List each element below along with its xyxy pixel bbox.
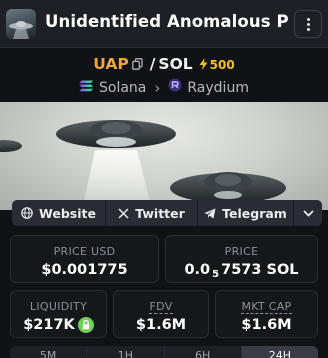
price-native-value: 0.0 5 7573 SOL xyxy=(184,262,299,280)
fdv-value: $1.6M xyxy=(135,317,187,333)
quote-symbol: SOL xyxy=(158,55,193,73)
globe-icon xyxy=(21,207,33,219)
token-header: Unidentified Anomalous Phen... xyxy=(0,0,328,48)
pair-separator: / xyxy=(149,55,156,73)
token-banner-image xyxy=(0,102,328,210)
token-name: Unidentified Anomalous Phen... xyxy=(45,12,290,31)
price-zero-count: 5 xyxy=(212,269,220,280)
telegram-button[interactable]: Telegram xyxy=(198,200,294,226)
price-native-label: PRICE xyxy=(224,245,259,258)
chain-breadcrumb: Solana › Raydium xyxy=(0,78,328,98)
liquidity-label: LIQUIDITY xyxy=(29,300,88,313)
pair-title: UAP / SOL 500 xyxy=(0,54,328,74)
fdv-label[interactable]: FDV xyxy=(114,300,208,314)
lightning-icon xyxy=(199,58,208,70)
telegram-icon xyxy=(204,208,216,218)
price-usd-card: PRICE USD $0.001775 xyxy=(10,235,159,283)
liquidity-card: LIQUIDITY $217K xyxy=(10,290,107,338)
liquidity-value: $217K xyxy=(23,317,75,333)
lock-icon[interactable] xyxy=(77,317,94,333)
price-native-card: PRICE 0.0 5 7573 SOL xyxy=(165,235,318,283)
market-cap-label[interactable]: MKT CAP xyxy=(216,300,317,314)
boost-badge[interactable]: 500 xyxy=(199,58,235,72)
fdv-card: FDV $1.6M xyxy=(113,290,209,338)
market-cap-card: MKT CAP $1.6M xyxy=(215,290,318,338)
token-avatar xyxy=(6,9,36,39)
chain-network[interactable]: Solana xyxy=(99,80,146,96)
twitter-label: Twitter xyxy=(135,205,185,221)
chain-dex[interactable]: Raydium xyxy=(187,80,249,96)
price-usd-value: $0.001775 xyxy=(41,262,128,278)
tab-24h[interactable]: 24H xyxy=(241,346,318,358)
price-usd-label: PRICE USD xyxy=(53,245,116,258)
social-links: Website Twitter Telegram xyxy=(12,200,322,226)
token-panel: Unidentified Anomalous Phen... UAP /SOL 50… xyxy=(0,0,328,358)
timeframe-tabs: 5M 1H 6H 24H xyxy=(10,346,318,358)
x-logo-icon xyxy=(118,207,129,219)
twitter-button[interactable]: Twitter xyxy=(106,200,198,226)
copy-icon[interactable] xyxy=(131,55,143,75)
chevron-right-icon: › xyxy=(154,79,161,97)
chevron-down-icon xyxy=(302,209,314,217)
tab-1h[interactable]: 1H xyxy=(87,346,165,358)
website-button[interactable]: Website xyxy=(12,200,106,226)
boost-count: 500 xyxy=(209,58,235,72)
solana-icon xyxy=(79,78,94,98)
tab-5m[interactable]: 5M xyxy=(10,346,88,358)
market-cap-value: $1.6M xyxy=(241,317,292,333)
kebab-menu-icon[interactable] xyxy=(294,10,322,38)
liquidity-value-row: $217K xyxy=(11,317,106,333)
telegram-label: Telegram xyxy=(222,205,287,221)
website-label: Website xyxy=(39,205,96,221)
base-symbol: UAP xyxy=(93,55,129,73)
tab-6h[interactable]: 6H xyxy=(165,346,242,358)
raydium-icon xyxy=(168,78,182,98)
more-links-button[interactable] xyxy=(294,200,322,226)
